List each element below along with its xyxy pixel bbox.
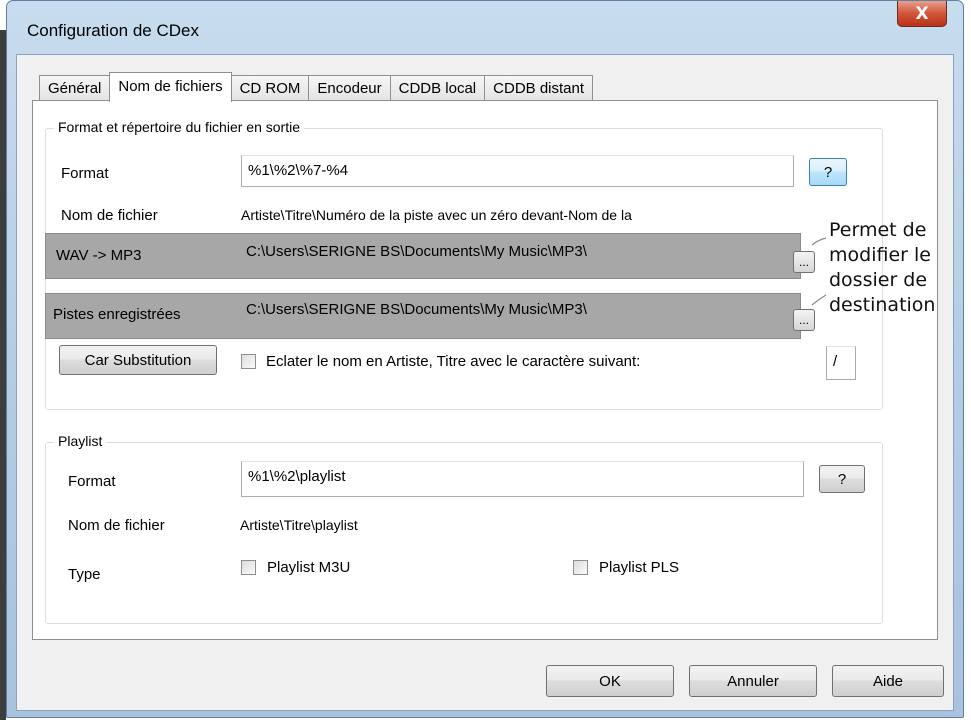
button-bar: OK Annuler Aide xyxy=(17,653,953,710)
playlist-format-label: Format xyxy=(68,473,116,490)
playlist-format-input[interactable]: %1\%2\playlist xyxy=(241,461,804,497)
filename-label: Nom de fichier xyxy=(61,207,158,224)
format-help-button[interactable]: ? xyxy=(809,158,847,186)
tab-encoder[interactable]: Encodeur xyxy=(308,75,391,101)
tab-cddb-remote[interactable]: CDDB distant xyxy=(484,75,594,101)
filename-preview: Artiste\Titre\Numéro de la piste avec un… xyxy=(241,207,632,223)
close-button[interactable]: X xyxy=(897,1,947,27)
tab-file-names[interactable]: Nom de fichiers xyxy=(109,72,232,102)
split-name-checkbox[interactable] xyxy=(241,354,256,369)
annotation-line: destination xyxy=(829,294,936,316)
annotation-line: modifier le xyxy=(829,244,931,266)
split-char-input[interactable]: / xyxy=(826,346,856,380)
format-input[interactable]: %1\%2\%7-%4 xyxy=(241,155,794,187)
dialog-window: Configuration de CDex X Général Nom de f… xyxy=(6,0,964,718)
output-group-title: Format et répertoire du fichier en sorti… xyxy=(54,119,304,135)
close-icon: X xyxy=(915,3,929,24)
tab-cd-rom[interactable]: CD ROM xyxy=(230,75,310,101)
annotation-line: dossier de xyxy=(829,269,928,291)
playlist-type-label: Type xyxy=(68,566,101,583)
tracks-path-field[interactable]: C:\Users\SERIGNE BS\Documents\My Music\M… xyxy=(246,301,587,318)
playlist-group-title: Playlist xyxy=(54,433,107,449)
playlist-m3u-checkbox[interactable] xyxy=(241,560,256,575)
playlist-pls-label: Playlist PLS xyxy=(599,559,680,576)
char-substitution-button[interactable]: Car Substitution xyxy=(59,345,217,375)
cancel-button[interactable]: Annuler xyxy=(689,665,817,697)
annotation-text: Permet de modifier le dossier de destina… xyxy=(829,218,935,318)
annotation-line: Permet de xyxy=(829,219,927,241)
wav-label: WAV -> MP3 xyxy=(56,247,142,264)
window-title: Configuration de CDex xyxy=(27,21,199,40)
help-button[interactable]: Aide xyxy=(832,665,944,697)
playlist-help-button[interactable]: ? xyxy=(819,465,865,493)
wav-browse-button[interactable]: ... xyxy=(793,251,815,273)
split-name-label: Eclater le nom en Artiste, Titre avec le… xyxy=(266,353,641,370)
wav-path-field[interactable]: C:\Users\SERIGNE BS\Documents\My Music\M… xyxy=(246,243,587,260)
tab-page: Format et répertoire du fichier en sorti… xyxy=(32,100,938,640)
tab-strip: Général Nom de fichiers CD ROM Encodeur … xyxy=(39,72,594,102)
playlist-filename-preview: Artiste\Titre\playlist xyxy=(240,517,358,533)
format-label: Format xyxy=(61,165,109,182)
ok-button[interactable]: OK xyxy=(546,665,674,697)
tab-general[interactable]: Général xyxy=(39,75,111,101)
tab-cddb-local[interactable]: CDDB local xyxy=(389,75,486,101)
dialog-client: Général Nom de fichiers CD ROM Encodeur … xyxy=(16,54,954,711)
playlist-filename-label: Nom de fichier xyxy=(68,517,165,534)
playlist-m3u-label: Playlist M3U xyxy=(267,559,351,576)
playlist-pls-checkbox[interactable] xyxy=(573,560,588,575)
tracks-label: Pistes enregistrées xyxy=(53,306,181,323)
tracks-browse-button[interactable]: ... xyxy=(793,309,815,331)
